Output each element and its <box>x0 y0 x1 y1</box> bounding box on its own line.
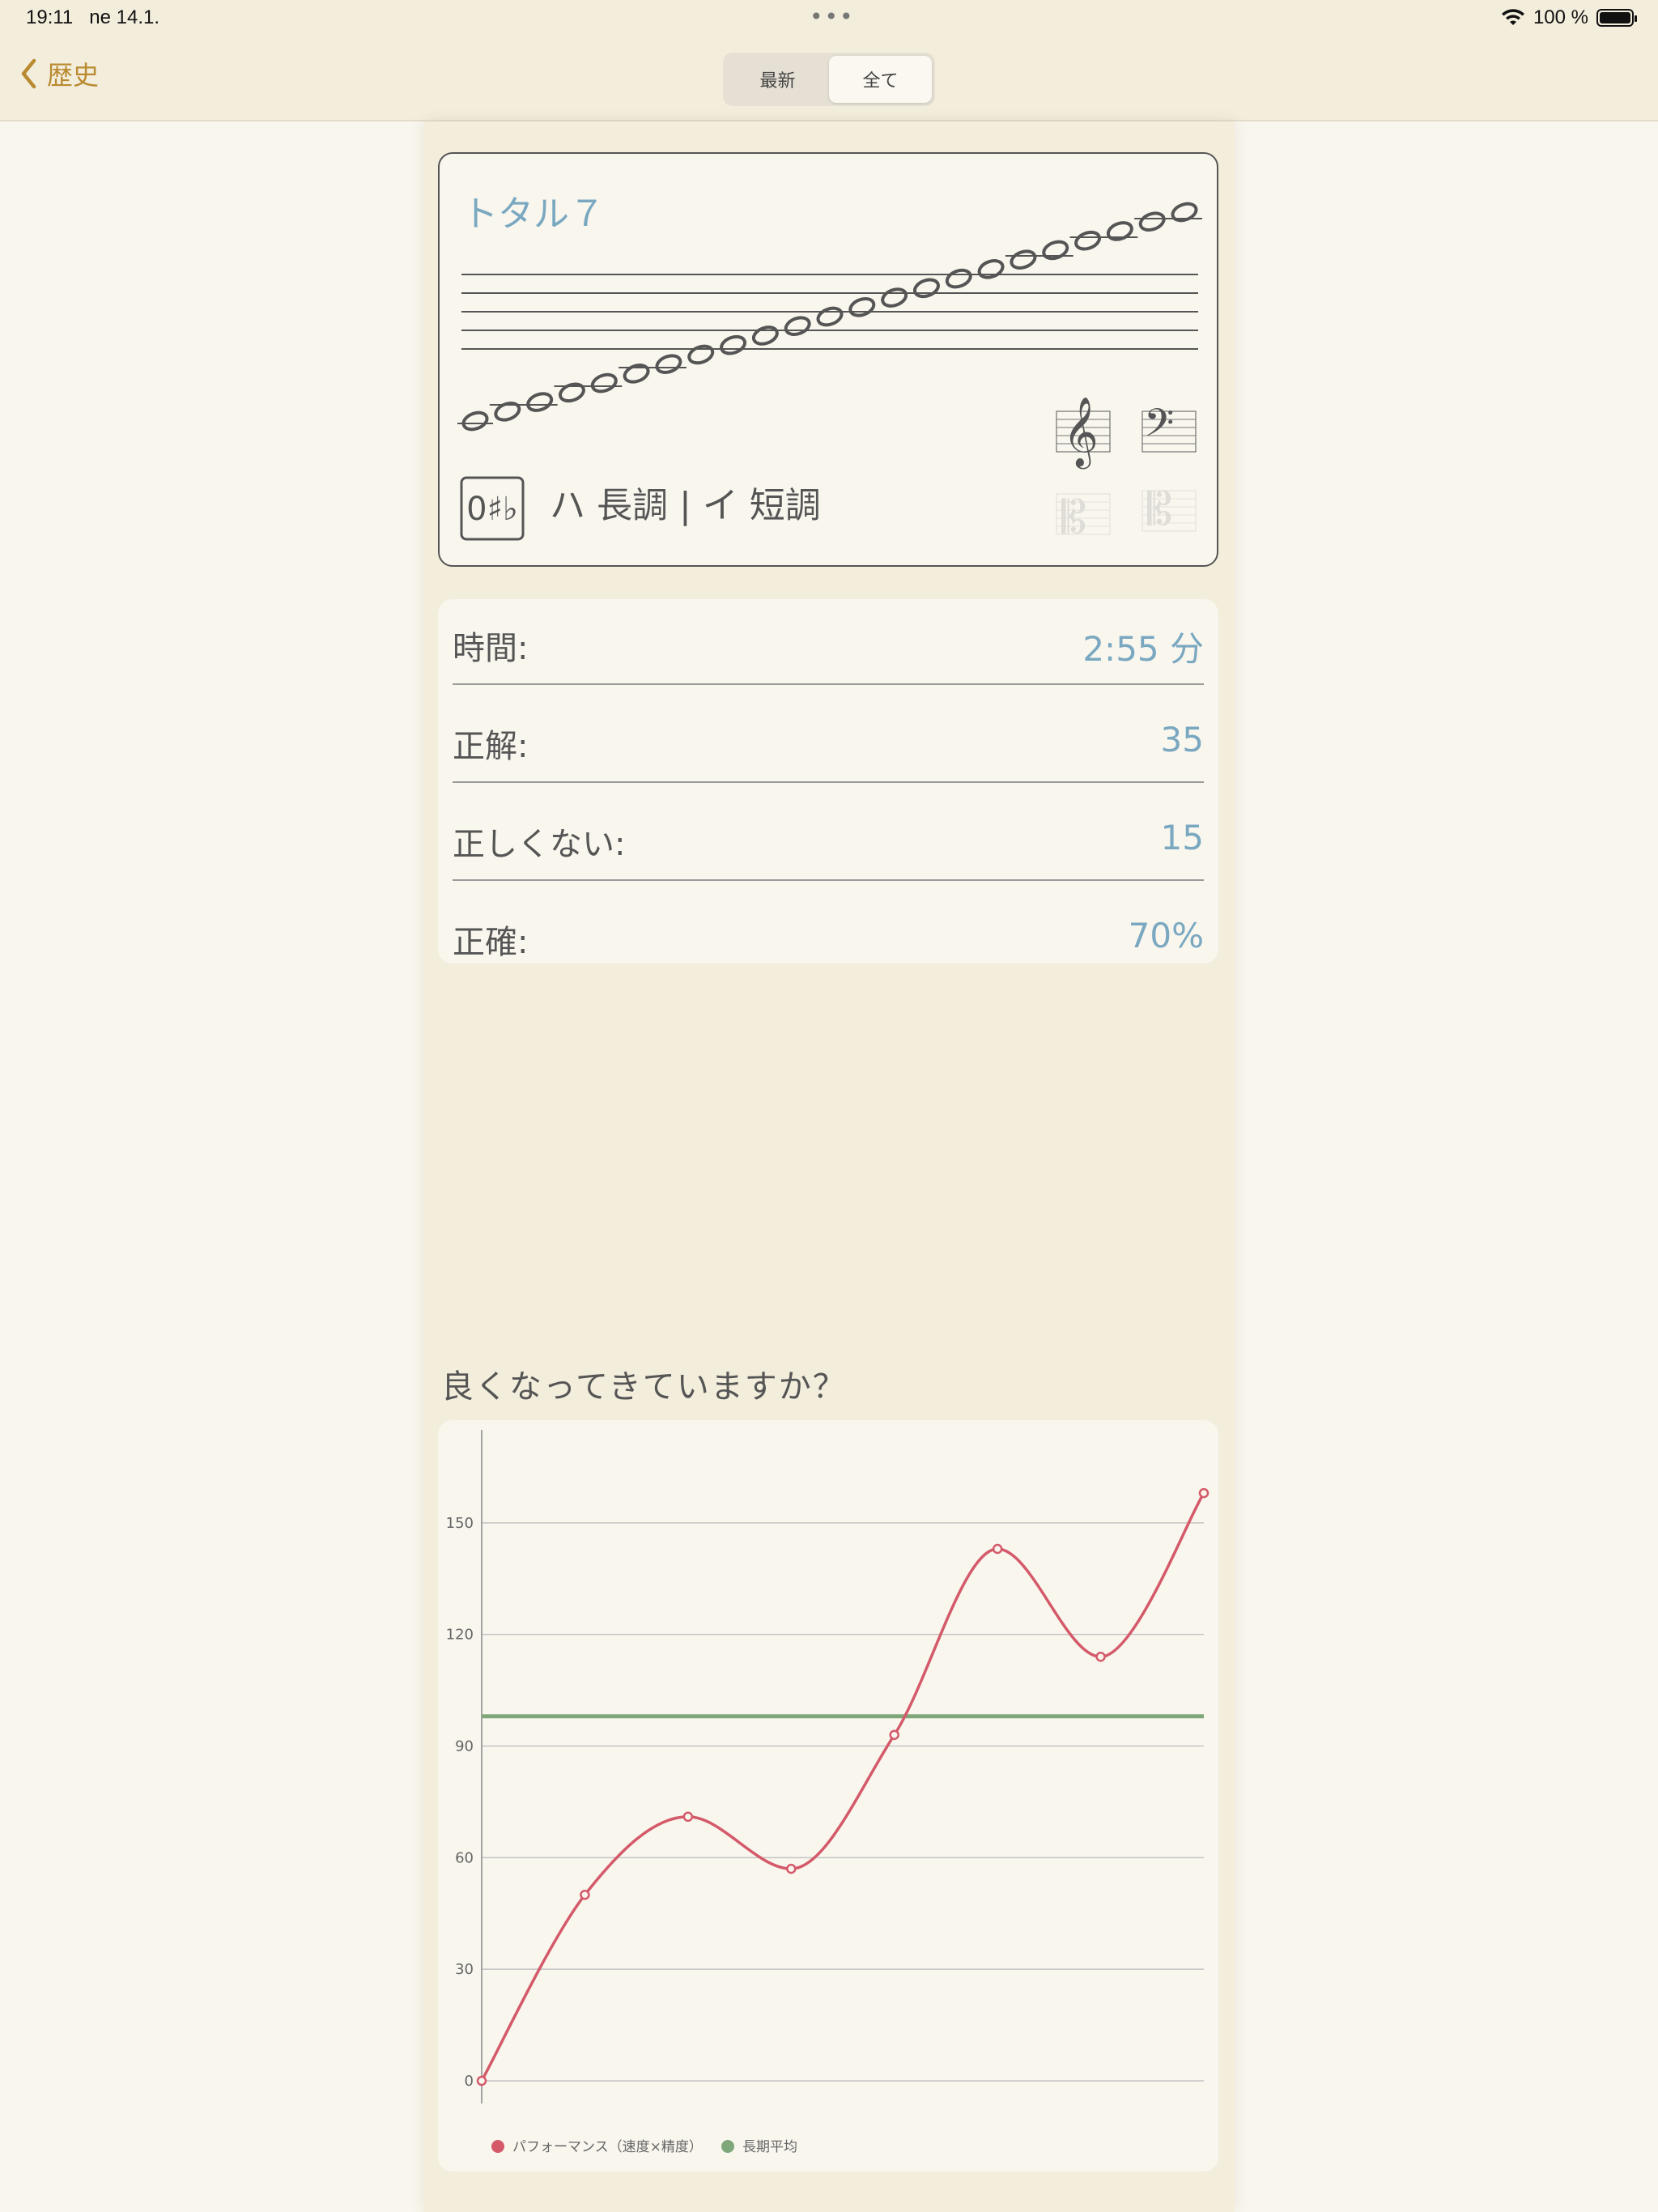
y-tick-label: 0 <box>465 2073 474 2090</box>
performance-data-point[interactable] <box>476 2075 487 2087</box>
segment-latest[interactable]: 最新 <box>726 56 829 103</box>
chevron-left-icon <box>21 58 36 89</box>
whole-note <box>784 316 811 337</box>
performance-data-point[interactable] <box>992 1543 1003 1555</box>
performance-data-point[interactable] <box>682 1811 694 1823</box>
stat-row-incorrect: 正しくない: 15 <box>453 795 1204 892</box>
legend-label: パフォーマンス（速度×精度） <box>512 2139 703 2155</box>
stat-row-correct: 正解: 35 <box>453 697 1204 794</box>
staff-lines <box>461 274 1198 350</box>
segment-all[interactable]: 全て <box>829 56 932 103</box>
treble-clef-icon[interactable]: 𝄞 <box>1056 397 1111 470</box>
performance-data-point[interactable] <box>580 1890 590 1900</box>
whole-note <box>945 268 972 289</box>
history-filter-segmented-control[interactable]: 最新 全て <box>723 53 935 106</box>
whole-note <box>751 325 779 346</box>
whole-note <box>1171 202 1198 223</box>
y-tick-label: 90 <box>455 1738 474 1755</box>
svg-text:𝄡: 𝄡 <box>1061 491 1086 544</box>
progress-chart-card: 0 30 60 90 120 150 パフォーマンス（速度×精度） 長期平均 <box>438 1420 1218 2172</box>
whole-note <box>977 259 1005 279</box>
key-signature-badge[interactable]: 0♯♭ <box>460 476 525 541</box>
key-label: ハ 長調 | イ 短調 <box>550 485 821 526</box>
stat-label: 正解: <box>453 728 529 765</box>
status-bar: 19:11 ne 14.1. ••• 100 % <box>0 0 1658 39</box>
time-text: 19:11 <box>26 6 74 28</box>
svg-text:𝄡: 𝄡 <box>1147 483 1172 536</box>
performance-data-point[interactable] <box>1095 1652 1106 1662</box>
whole-note <box>687 344 715 365</box>
key-badge-text: 0♯♭ <box>466 491 518 528</box>
y-tick-label: 150 <box>446 1515 474 1532</box>
legend-swatch <box>491 2140 504 2153</box>
status-time: 19:11 ne 14.1. <box>26 6 159 29</box>
stat-label: 正しくない: <box>453 826 626 863</box>
stat-row-time: 時間: 2:55 分 <box>453 599 1204 696</box>
navigation-bar: 歴史 最新 全て <box>0 39 1658 121</box>
date-text: ne 14.1. <box>89 6 160 28</box>
svg-text:𝄢: 𝄢 <box>1144 400 1174 455</box>
divider <box>453 683 1204 685</box>
whole-note <box>1042 240 1069 261</box>
divider <box>453 879 1204 881</box>
legend-label: 長期平均 <box>742 2139 797 2155</box>
whole-note <box>461 410 489 432</box>
y-tick-label: 60 <box>455 1849 474 1866</box>
whole-note <box>1010 249 1037 270</box>
stats-card: 時間: 2:55 分 正解: 35 正しくない: 15 正確: 70% <box>438 599 1218 963</box>
performance-data-point[interactable] <box>1198 1487 1209 1499</box>
whole-note <box>816 306 844 327</box>
y-tick-label: 120 <box>446 1627 474 1644</box>
alto-clef-icon[interactable]: 𝄡 <box>1056 491 1111 544</box>
battery-percent: 100 % <box>1533 6 1588 28</box>
status-indicators: 100 % <box>1501 6 1637 29</box>
stat-value: 15 <box>1160 818 1204 857</box>
performance-data-point[interactable] <box>786 1863 797 1874</box>
multitasking-dots[interactable]: ••• <box>810 3 855 30</box>
whole-note <box>590 372 618 393</box>
svg-text:𝄞: 𝄞 <box>1063 397 1099 470</box>
wifi-icon <box>1501 9 1524 25</box>
stat-value: 70% <box>1128 916 1204 955</box>
exercise-card[interactable]: トタル７ 𝄞 𝄢 𝄡 𝄡 0♯♭ ハ 長調 | イ 短調 <box>438 152 1218 567</box>
performance-series-line <box>480 1492 1205 2082</box>
stat-label: 時間: <box>453 630 529 667</box>
whole-note <box>526 392 554 412</box>
whole-note <box>1074 230 1102 251</box>
y-tick-label: 30 <box>455 1961 474 1978</box>
progress-section-heading: 良くなってきていますか？ <box>441 1368 847 1406</box>
whole-note <box>655 354 682 374</box>
whole-note <box>848 296 876 317</box>
legend-swatch <box>721 2140 734 2153</box>
stat-value: 2:55 分 <box>1082 629 1204 669</box>
divider <box>453 781 1204 783</box>
whole-note <box>1138 211 1166 232</box>
performance-line-chart[interactable]: 0 30 60 90 120 150 パフォーマンス（速度×精度） 長期平均 <box>438 1420 1218 2172</box>
whole-note <box>1106 221 1133 241</box>
stat-label: 正確: <box>453 924 529 961</box>
whole-note <box>912 278 940 299</box>
whole-note <box>494 401 521 422</box>
bass-clef-icon[interactable]: 𝄢 <box>1141 400 1197 455</box>
performance-data-point[interactable] <box>889 1729 899 1740</box>
tenor-clef-icon[interactable]: 𝄡 <box>1141 483 1197 536</box>
whole-note <box>558 382 585 403</box>
stat-row-accuracy: 正確: 70% <box>453 893 1204 990</box>
stat-value: 35 <box>1160 720 1204 759</box>
back-button[interactable]: 歴史 <box>19 55 99 92</box>
back-button-label: 歴史 <box>47 60 100 91</box>
whole-note <box>881 287 908 308</box>
whole-note <box>623 364 650 384</box>
battery-icon <box>1596 9 1637 27</box>
whole-note <box>720 334 747 355</box>
